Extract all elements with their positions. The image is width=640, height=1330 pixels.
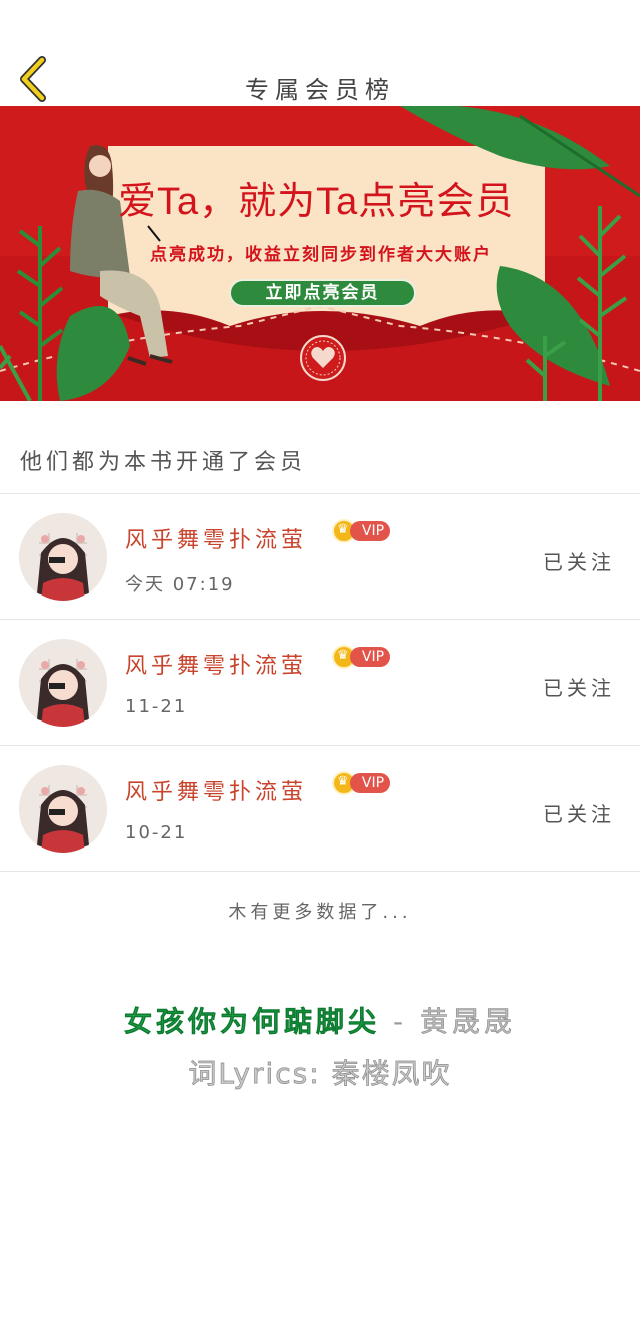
light-up-membership-button[interactable]: 立即点亮会员	[229, 279, 416, 307]
member-date: 10-21	[125, 822, 188, 843]
avatar[interactable]	[19, 513, 107, 601]
followed-button[interactable]: 已关注	[543, 672, 615, 701]
member-list: 风乎舞雩扑流萤 ♛ VIP 今天 07:19 已关注 风乎舞雩扑流萤 ♛ VIP	[0, 494, 640, 872]
member-date: 今天 07:19	[125, 574, 235, 595]
song-title: 女孩你为何踮脚尖	[124, 1005, 381, 1039]
no-more-data-text: 木有更多数据了...	[228, 902, 412, 923]
promo-banner[interactable]: 爱Ta，就为Ta点亮会员 点亮成功，收益立刻同步到作者大大账户 立即点亮会员	[0, 106, 640, 401]
section-heading: 他们都为本书开通了会员	[20, 450, 307, 475]
page-title: 专属会员榜	[245, 76, 395, 104]
avatar[interactable]	[19, 639, 107, 727]
song-separator: -	[392, 1005, 408, 1038]
song-caption: 女孩你为何踮脚尖 - 黄晟晟	[0, 1000, 640, 1040]
member-name: 风乎舞雩扑流萤	[125, 654, 308, 679]
member-name: 风乎舞雩扑流萤	[125, 528, 308, 553]
list-item[interactable]: 风乎舞雩扑流萤 ♛ VIP 11-21 已关注	[0, 620, 640, 746]
followed-button[interactable]: 已关注	[543, 546, 615, 575]
banner-subtitle: 点亮成功，收益立刻同步到作者大大账户	[150, 245, 492, 265]
song-artist: 黄晟晟	[419, 1005, 516, 1039]
member-name: 风乎舞雩扑流萤	[125, 780, 308, 805]
followed-button[interactable]: 已关注	[543, 798, 615, 827]
list-item[interactable]: 风乎舞雩扑流萤 ♛ VIP 10-21 已关注	[0, 746, 640, 872]
list-item[interactable]: 风乎舞雩扑流萤 ♛ VIP 今天 07:19 已关注	[0, 494, 640, 620]
lyrics-credit: 词Lyrics: 秦楼凤吹	[188, 1057, 452, 1091]
avatar[interactable]	[19, 765, 107, 853]
vip-badge: ♛ VIP	[332, 645, 390, 669]
banner-headline: 爱Ta，就为Ta点亮会员	[118, 181, 515, 223]
vip-badge: ♛ VIP	[332, 519, 390, 543]
top-bar: 专属会员榜	[0, 0, 640, 106]
vip-badge: ♛ VIP	[332, 771, 390, 795]
member-date: 11-21	[125, 696, 188, 717]
